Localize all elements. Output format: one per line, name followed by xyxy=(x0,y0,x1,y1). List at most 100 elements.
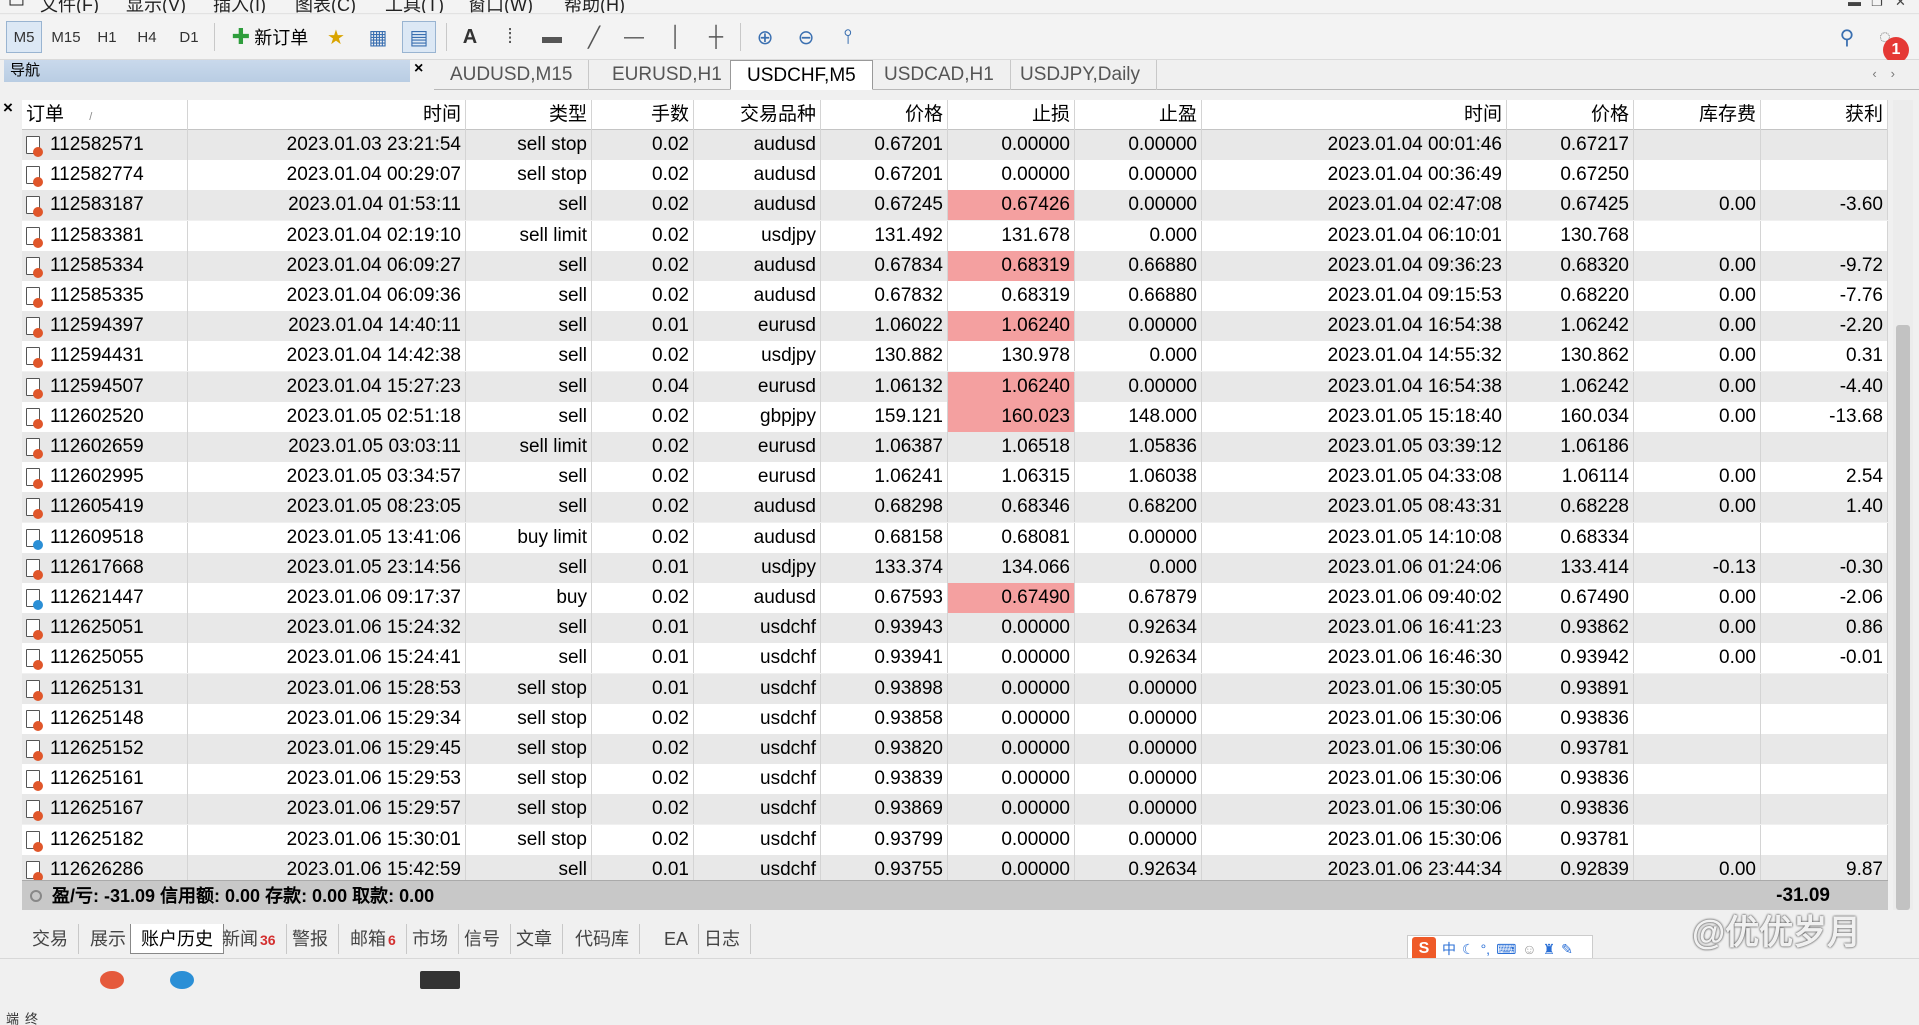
bottom-tab[interactable]: 新闻 36 xyxy=(212,924,287,954)
taskbar-app-icon[interactable] xyxy=(170,971,194,989)
table-row[interactable]: 112585334 2023.01.04 06:09:27 sell 0.02 audu… xyxy=(22,250,1888,281)
menu-view[interactable]: 显示(V) xyxy=(126,0,186,13)
table-row[interactable]: 112585335 2023.01.04 06:09:36 sell 0.02 audu… xyxy=(22,281,1888,311)
header-profit[interactable]: 获利 xyxy=(1761,100,1888,130)
header-sl[interactable]: 止损 xyxy=(948,100,1075,130)
ime-mode[interactable]: 中 xyxy=(1442,939,1456,959)
navigator-toggle[interactable]: ▤ xyxy=(402,21,436,53)
bottom-tab[interactable]: 交易 xyxy=(22,924,79,954)
table-row[interactable]: 112602995 2023.01.05 03:34:57 sell 0.02 euru… xyxy=(22,462,1888,493)
bottom-tab[interactable]: 展示 xyxy=(80,924,137,954)
table-row[interactable]: 112625148 2023.01.06 15:29:34 sell stop 0.0… xyxy=(22,703,1888,734)
timeframe-d1[interactable]: D1 xyxy=(172,21,206,53)
table-row[interactable]: 112594507 2023.01.04 15:27:23 sell 0.04 euru… xyxy=(22,371,1888,402)
table-row[interactable]: 112621447 2023.01.06 09:17:37 buy 0.02 audus… xyxy=(22,583,1888,613)
punctuation-icon[interactable]: °, xyxy=(1481,941,1491,957)
minimize-icon[interactable]: ▬ xyxy=(1848,0,1861,9)
menu-charts[interactable]: 图表(C) xyxy=(295,0,356,13)
table-row[interactable]: 112583381 2023.01.04 02:19:10 sell limit 0.… xyxy=(22,220,1888,251)
panel-splitter[interactable] xyxy=(22,910,1888,924)
header-close-time[interactable]: 时间 xyxy=(1202,100,1507,130)
text-label-icon[interactable]: ⁞ xyxy=(496,23,524,51)
crosshair-icon[interactable]: ┼ xyxy=(702,23,730,51)
table-row[interactable]: 112594431 2023.01.04 14:42:38 sell 0.02 usdj… xyxy=(22,341,1888,372)
table-row[interactable]: 112602520 2023.01.05 02:51:18 sell 0.02 gbpj… xyxy=(22,401,1888,432)
timeframe-h1[interactable]: H1 xyxy=(90,21,124,53)
tab-scroll-arrows[interactable]: ‹› xyxy=(1872,66,1909,81)
moon-icon[interactable]: ☾ xyxy=(1462,941,1475,958)
user-icon[interactable]: ☺ xyxy=(1522,941,1536,957)
timeframe-m15[interactable]: M15 xyxy=(46,21,86,53)
header-lots[interactable]: 手数 xyxy=(592,100,694,130)
vertical-line-icon[interactable]: │ xyxy=(662,23,690,51)
keyboard-icon[interactable]: ⌨ xyxy=(1496,941,1516,958)
table-row[interactable]: 112625167 2023.01.06 15:29:57 sell stop 0.0… xyxy=(22,794,1888,825)
navigator-close-button[interactable]: × xyxy=(414,60,423,78)
bottom-tab[interactable]: 信号 xyxy=(454,924,511,954)
bottom-tab[interactable]: 市场 xyxy=(402,924,459,954)
chart-tab-usdcad-h1[interactable]: USDCAD,H1 xyxy=(868,60,1011,90)
header-open-price[interactable]: 价格 xyxy=(821,100,948,130)
bottom-tab[interactable]: EA xyxy=(654,924,700,954)
new-order-button[interactable]: ✚ 新订单 xyxy=(222,21,318,53)
timeframe-h4[interactable]: H4 xyxy=(130,21,164,53)
table-row[interactable]: 112582571 2023.01.03 23:21:54 sell stop 0.0… xyxy=(22,130,1888,160)
taskbar-app-icon[interactable] xyxy=(420,971,460,989)
taskbar-app-icon[interactable] xyxy=(100,971,124,989)
search-icon[interactable]: ⚲ xyxy=(1833,23,1861,51)
bottom-tab[interactable]: 日志 xyxy=(694,924,751,954)
expert-advisors-icon[interactable]: ★ xyxy=(322,23,350,51)
table-row[interactable]: 112602659 2023.01.05 03:03:11 sell limit 0.… xyxy=(22,432,1888,462)
horizontal-line-icon[interactable]: — xyxy=(620,23,648,51)
timeframe-m5[interactable]: M5 xyxy=(6,21,42,53)
text-tool-icon[interactable]: A xyxy=(456,23,484,51)
wrench-icon[interactable]: ✎ xyxy=(1561,941,1573,958)
header-close-price[interactable]: 价格 xyxy=(1507,100,1634,130)
app-icon[interactable]: ▭ xyxy=(8,0,25,12)
zoom-out-icon[interactable]: ⊖ xyxy=(792,23,820,51)
header-symbol[interactable]: 交易品种 xyxy=(694,100,821,130)
chart-tab-audusd-m15[interactable]: AUDUSD,M15 xyxy=(434,60,590,90)
chart-tab-usdchf-m5[interactable]: USDCHF,M5 xyxy=(730,60,873,90)
table-row[interactable]: 112625161 2023.01.06 15:29:53 sell stop 0.0… xyxy=(22,764,1888,795)
header-tp[interactable]: 止盈 xyxy=(1075,100,1202,130)
header-open-time[interactable]: 时间 xyxy=(188,100,466,130)
vertical-scrollbar[interactable] xyxy=(1893,100,1913,910)
rectangle-tool-icon[interactable]: ▬ xyxy=(538,23,566,51)
table-row[interactable]: 112583187 2023.01.04 01:53:11 sell 0.02 audu… xyxy=(22,190,1888,221)
zoom-in-icon[interactable]: ⊕ xyxy=(751,23,779,51)
table-row[interactable]: 112625055 2023.01.06 15:24:41 sell 0.01 usdc… xyxy=(22,643,1888,674)
header-order[interactable]: 订单 / xyxy=(22,100,188,130)
bottom-tab[interactable]: 邮箱 6 xyxy=(340,924,407,954)
skin-icon[interactable]: ♜ xyxy=(1543,941,1556,958)
scrollbar-thumb[interactable] xyxy=(1896,325,1910,910)
menu-insert[interactable]: 插入(I) xyxy=(213,0,266,13)
chart-tab-usdjpy-daily[interactable]: USDJPY,Daily xyxy=(1004,60,1158,90)
table-row[interactable]: 112625051 2023.01.06 15:24:32 sell 0.01 usdc… xyxy=(22,613,1888,644)
menu-help[interactable]: 帮助(H) xyxy=(564,0,625,13)
menu-tools[interactable]: 工具(T) xyxy=(385,0,444,13)
bottom-tab[interactable]: 文章 xyxy=(506,924,563,954)
bottom-tab[interactable]: 警报 xyxy=(282,924,339,954)
chart-properties-icon[interactable]: ⫯ xyxy=(834,23,862,51)
restore-icon[interactable]: ❐ xyxy=(1871,0,1883,10)
market-watch-icon[interactable]: ▦ xyxy=(364,23,392,51)
header-type[interactable]: 类型 xyxy=(466,100,592,130)
close-icon[interactable]: ✕ xyxy=(1895,0,1906,10)
menu-file[interactable]: 文件(F) xyxy=(40,0,99,13)
trendline-icon[interactable]: ╱ xyxy=(580,23,608,51)
menu-window[interactable]: 窗口(W) xyxy=(468,0,533,13)
bottom-tab[interactable]: 代码库 xyxy=(565,924,640,954)
header-swap[interactable]: 库存费 xyxy=(1634,100,1761,130)
table-row[interactable]: 112625131 2023.01.06 15:28:53 sell stop 0.0… xyxy=(22,673,1888,704)
table-row[interactable]: 112617668 2023.01.05 23:14:56 sell 0.01 usdj… xyxy=(22,552,1888,583)
table-row[interactable]: 112594397 2023.01.04 14:40:11 sell 0.01 euru… xyxy=(22,311,1888,342)
bottom-tab[interactable]: 账户历史 xyxy=(130,924,224,954)
chart-tab-eurusd-h1[interactable]: EURUSD,H1 xyxy=(596,60,739,90)
table-row[interactable]: 112609518 2023.01.05 13:41:06 buy limit 0.0… xyxy=(22,522,1888,553)
terminal-close-button[interactable]: × xyxy=(3,98,13,118)
table-row[interactable]: 112625152 2023.01.06 15:29:45 sell stop 0.0… xyxy=(22,734,1888,764)
table-row[interactable]: 112582774 2023.01.04 00:29:07 sell stop 0.0… xyxy=(22,160,1888,191)
table-row[interactable]: 112625182 2023.01.06 15:30:01 sell stop 0.0… xyxy=(22,824,1888,855)
table-row[interactable]: 112605419 2023.01.05 08:23:05 sell 0.02 audu… xyxy=(22,492,1888,523)
